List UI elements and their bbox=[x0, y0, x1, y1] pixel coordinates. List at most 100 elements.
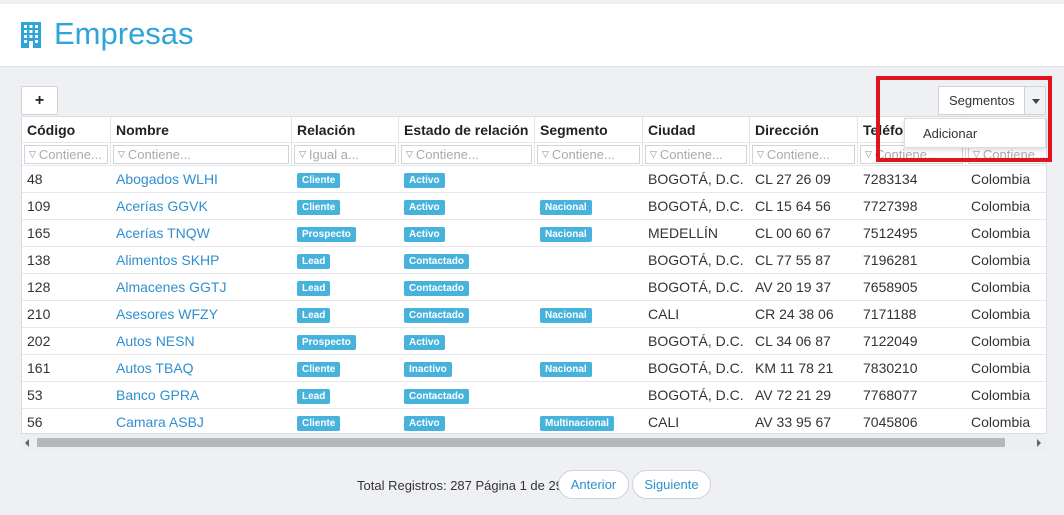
company-link[interactable]: Acerías GGVK bbox=[116, 198, 208, 214]
table-row[interactable]: 138 Alimentos SKHP Lead Contactado BOGOTÁ, D… bbox=[22, 247, 1046, 274]
relation-badge: Lead bbox=[297, 280, 331, 296]
company-link[interactable]: Banco GPRA bbox=[116, 387, 199, 403]
cell-segment: Nacional bbox=[535, 301, 643, 327]
company-link[interactable]: Autos NESN bbox=[116, 333, 195, 349]
cell-code: 138 bbox=[27, 252, 51, 268]
cell-segment: Nacional bbox=[535, 193, 643, 219]
horizontal-scrollbar[interactable] bbox=[21, 434, 1047, 451]
column-header-segment[interactable]: Segmento bbox=[535, 117, 643, 142]
filter-icon[interactable]: ▽ bbox=[29, 146, 36, 163]
company-link[interactable]: Camara ASBJ bbox=[116, 414, 204, 430]
cell-phone: 7122049 bbox=[863, 333, 918, 349]
filter-input-city[interactable]: ▽ Contiene... bbox=[645, 145, 747, 164]
cell-segment: Nacional bbox=[535, 355, 643, 381]
filter-input-segment[interactable]: ▽ Contiene... bbox=[537, 145, 640, 164]
cell-name: Acerías TNQW bbox=[111, 220, 292, 246]
company-link[interactable]: Abogados WLHI bbox=[116, 171, 218, 187]
filter-placeholder: Contiene... bbox=[127, 147, 191, 162]
cell-code: 210 bbox=[27, 306, 51, 322]
table-row[interactable]: 210 Asesores WFZY Lead Contactado Nacional CA… bbox=[22, 301, 1046, 328]
scroll-right-icon[interactable] bbox=[1037, 439, 1041, 447]
relation-status-badge: Activo bbox=[404, 334, 445, 350]
filter-icon[interactable]: ▽ bbox=[542, 146, 549, 163]
scroll-left-icon[interactable] bbox=[25, 439, 29, 447]
table-row[interactable]: 202 Autos NESN Prospecto Activo BOGOTÁ, D.C.… bbox=[22, 328, 1046, 355]
add-company-button[interactable]: + bbox=[21, 86, 58, 115]
page-title: Empresas bbox=[54, 16, 194, 51]
cell-city: BOGOTÁ, D.C. bbox=[648, 279, 744, 295]
cell-code: 53 bbox=[27, 387, 43, 403]
cell-relation-status: Activo bbox=[399, 220, 535, 246]
table-row[interactable]: 53 Banco GPRA Lead Contactado BOGOTÁ, D.C. AV… bbox=[22, 382, 1046, 409]
cell-code: 56 bbox=[27, 414, 43, 430]
filter-icon[interactable]: ▽ bbox=[650, 146, 657, 163]
cell-name: Autos NESN bbox=[111, 328, 292, 354]
filter-icon[interactable]: ▽ bbox=[299, 146, 306, 163]
table-row[interactable]: 56 Camara ASBJ Cliente Activo Multinacional C… bbox=[22, 409, 1046, 433]
relation-status-badge: Contactado bbox=[404, 280, 469, 296]
company-link[interactable]: Alimentos SKHP bbox=[116, 252, 219, 268]
filter-icon[interactable]: ▽ bbox=[406, 146, 413, 163]
cell-segment: Nacional bbox=[535, 220, 643, 246]
relation-badge: Cliente bbox=[297, 172, 341, 188]
relation-badge: Cliente bbox=[297, 415, 341, 431]
filter-icon[interactable]: ▽ bbox=[865, 146, 872, 163]
cell-relation-status: Contactado bbox=[399, 382, 535, 408]
cell-relation-status: Contactado bbox=[399, 301, 535, 327]
table-row[interactable]: 109 Acerías GGVK Cliente Activo Nacional BOGO… bbox=[22, 193, 1046, 220]
relation-badge: Prospecto bbox=[297, 226, 356, 242]
previous-page-button[interactable]: Anterior bbox=[558, 470, 629, 499]
filter-input-relation[interactable]: ▽ Igual a... bbox=[294, 145, 396, 164]
column-header-name[interactable]: Nombre bbox=[111, 117, 292, 142]
relation-badge: Cliente bbox=[297, 361, 341, 377]
cell-address: CL 15 64 56 bbox=[755, 198, 831, 214]
cell-phone: 7196281 bbox=[863, 252, 918, 268]
scrollbar-thumb[interactable] bbox=[37, 438, 1005, 447]
company-link[interactable]: Almacenes GGTJ bbox=[116, 279, 226, 295]
table-row[interactable]: 48 Abogados WLHI Cliente Activo BOGOTÁ, D.C.… bbox=[22, 166, 1046, 193]
column-header-address[interactable]: Dirección bbox=[750, 117, 858, 142]
cell-phone: 7171188 bbox=[863, 306, 917, 322]
cell-name: Banco GPRA bbox=[111, 382, 292, 408]
cell-phone: 7830210 bbox=[863, 360, 918, 376]
table-row[interactable]: 165 Acerías TNQW Prospecto Activo Nacional ME… bbox=[22, 220, 1046, 247]
cell-name: Abogados WLHI bbox=[111, 166, 292, 192]
cell-relation-status: Activo bbox=[399, 328, 535, 354]
filter-input-name[interactable]: ▽ Contiene... bbox=[113, 145, 289, 164]
company-link[interactable]: Autos TBAQ bbox=[116, 360, 194, 376]
column-header-city[interactable]: Ciudad bbox=[643, 117, 750, 142]
company-link[interactable]: Asesores WFZY bbox=[116, 306, 218, 322]
column-header-code[interactable]: Código bbox=[22, 117, 111, 142]
segment-badge: Nacional bbox=[540, 199, 592, 215]
cell-segment bbox=[535, 166, 643, 192]
filter-placeholder: Contiene... bbox=[659, 147, 723, 162]
cell-address: CL 34 06 87 bbox=[755, 333, 831, 349]
relation-status-badge: Contactado bbox=[404, 307, 469, 323]
column-header-relation[interactable]: Relación bbox=[292, 117, 399, 142]
cell-address: AV 33 95 67 bbox=[755, 414, 832, 430]
filter-input-relation-status[interactable]: ▽ Contiene... bbox=[401, 145, 532, 164]
column-header-relation-status[interactable]: Estado de relación bbox=[399, 117, 535, 142]
cell-country: Colombia bbox=[971, 252, 1031, 268]
next-page-button[interactable]: Siguiente bbox=[632, 470, 711, 499]
cell-name: Asesores WFZY bbox=[111, 301, 292, 327]
cell-code: 109 bbox=[27, 198, 51, 214]
filter-placeholder: Contiene... bbox=[551, 147, 615, 162]
cell-relation: Lead bbox=[292, 301, 399, 327]
filter-input-code[interactable]: ▽ Contiene... bbox=[24, 145, 108, 164]
cell-relation: Cliente bbox=[292, 409, 399, 433]
company-link[interactable]: Acerías TNQW bbox=[116, 225, 210, 241]
filter-icon[interactable]: ▽ bbox=[118, 146, 125, 163]
cell-country: Colombia bbox=[971, 387, 1031, 403]
segment-badge: Multinacional bbox=[540, 415, 614, 431]
filter-icon[interactable]: ▽ bbox=[757, 146, 764, 163]
cell-relation-status: Activo bbox=[399, 166, 535, 192]
table-row[interactable]: 161 Autos TBAQ Cliente Inactivo Nacional BOGO… bbox=[22, 355, 1046, 382]
segment-badge: Nacional bbox=[540, 361, 592, 377]
cell-relation: Cliente bbox=[292, 355, 399, 381]
filter-input-address[interactable]: ▽ Contiene... bbox=[752, 145, 855, 164]
cell-city: BOGOTÁ, D.C. bbox=[648, 198, 744, 214]
relation-status-badge: Contactado bbox=[404, 253, 469, 269]
table-row[interactable]: 128 Almacenes GGTJ Lead Contactado BOGOTÁ, D… bbox=[22, 274, 1046, 301]
relation-status-badge: Activo bbox=[404, 199, 445, 215]
